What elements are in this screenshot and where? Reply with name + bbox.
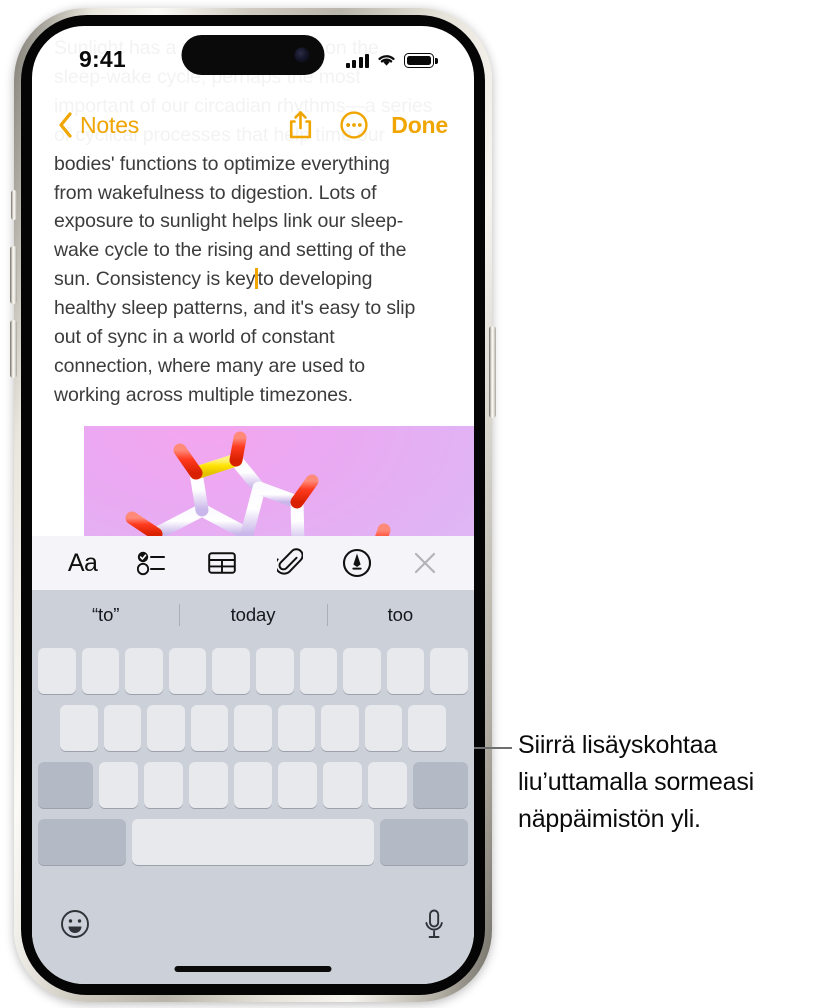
keyboard-row-1: [35, 648, 471, 694]
key-callout-target[interactable]: [408, 705, 447, 751]
predictive-text-bar: “to” today too: [32, 590, 474, 640]
note-line: wake cycle to the rising and setting of …: [54, 239, 407, 262]
emoji-smiley-icon[interactable]: [60, 909, 90, 944]
key[interactable]: [99, 762, 138, 808]
wifi-icon: [378, 55, 395, 66]
dynamic-island: [181, 35, 325, 75]
note-line: out of sync in a world of constant: [54, 326, 335, 349]
key[interactable]: [212, 648, 250, 694]
back-to-notes-button[interactable]: Notes: [80, 112, 139, 139]
callout-text: Siirrä lisäyskohtaa liu’uttamalla sormea…: [518, 731, 754, 833]
note-line: from wakefulness to digestion. Lots of: [54, 181, 377, 204]
shift-key[interactable]: [37, 762, 94, 808]
table-icon[interactable]: [207, 550, 237, 576]
note-line: working across multiple timezones.: [54, 383, 353, 406]
key[interactable]: [368, 762, 407, 808]
key[interactable]: [190, 705, 229, 751]
keyboard-bottom-bar: [32, 898, 474, 954]
delete-key[interactable]: [412, 762, 469, 808]
note-text-body[interactable]: Sunlight has a profound impact on the sl…: [54, 34, 464, 410]
key[interactable]: [234, 705, 272, 751]
key[interactable]: [233, 762, 273, 808]
silent-switch[interactable]: [11, 190, 17, 220]
key[interactable]: [323, 762, 363, 808]
format-toolbar: Aa: [32, 536, 474, 590]
phone-device: Sunlight has a profound impact on the sl…: [10, 8, 496, 1002]
markup-pen-icon[interactable]: [342, 548, 372, 578]
note-caret-before: sun. Consistency is key: [54, 268, 256, 291]
numbers-key[interactable]: [38, 819, 126, 865]
navigation-bar: Notes Done: [32, 102, 474, 148]
share-icon[interactable]: [288, 110, 313, 140]
key[interactable]: [343, 648, 381, 694]
note-line: exposure to sunlight helps link our slee…: [54, 210, 404, 233]
volume-up-button[interactable]: [10, 246, 17, 304]
key[interactable]: [430, 648, 468, 694]
keyboard-row-2: [35, 705, 471, 751]
key[interactable]: [188, 762, 228, 808]
space-key[interactable]: [131, 819, 375, 865]
phone-screen: Sunlight has a profound impact on the sl…: [32, 26, 474, 984]
key[interactable]: [321, 705, 359, 751]
keyboard-row-4: [35, 819, 471, 865]
suggestion-0[interactable]: “to”: [32, 604, 179, 626]
note-line: bodies' functions to optimize everything: [54, 152, 390, 175]
suggestion-2[interactable]: too: [327, 604, 474, 626]
home-indicator: [174, 966, 332, 972]
note-line-with-caret: sun. Consistency is key to developing: [54, 265, 464, 294]
key[interactable]: [278, 762, 318, 808]
volume-down-button[interactable]: [10, 320, 17, 378]
key[interactable]: [125, 648, 163, 694]
on-screen-keyboard: [32, 640, 474, 984]
key[interactable]: [299, 648, 338, 694]
note-line: healthy sleep patterns, and it's easy to…: [54, 297, 416, 320]
power-button[interactable]: [489, 326, 496, 418]
return-key[interactable]: [380, 819, 468, 865]
microphone-icon[interactable]: [422, 908, 446, 945]
chevron-left-icon[interactable]: [58, 112, 73, 138]
status-bar: 9:41: [32, 26, 474, 88]
status-indicators: [345, 47, 434, 68]
front-camera-icon: [294, 47, 310, 63]
keyboard-row-3: [35, 762, 471, 808]
key[interactable]: [168, 648, 207, 694]
status-clock: 9:41: [79, 46, 126, 72]
battery-full-icon: [404, 53, 434, 68]
paperclip-icon[interactable]: [276, 548, 303, 578]
key[interactable]: [364, 705, 403, 751]
key[interactable]: [256, 648, 294, 694]
checklist-icon[interactable]: [137, 550, 167, 576]
key[interactable]: [81, 648, 120, 694]
key[interactable]: [143, 762, 183, 808]
cellular-signal-icon: [345, 53, 369, 68]
done-button[interactable]: Done: [391, 112, 448, 139]
note-caret-after: to developing: [257, 268, 373, 291]
key[interactable]: [103, 705, 142, 751]
suggestion-1[interactable]: today: [179, 604, 326, 626]
key[interactable]: [59, 705, 98, 751]
key[interactable]: [277, 705, 316, 751]
note-line: connection, where many are used to: [54, 354, 365, 377]
key[interactable]: [386, 648, 425, 694]
close-x-icon[interactable]: [412, 550, 438, 576]
text-format-icon[interactable]: Aa: [68, 549, 98, 578]
more-circle-icon[interactable]: [340, 111, 368, 139]
key[interactable]: [147, 705, 185, 751]
key[interactable]: [38, 648, 76, 694]
